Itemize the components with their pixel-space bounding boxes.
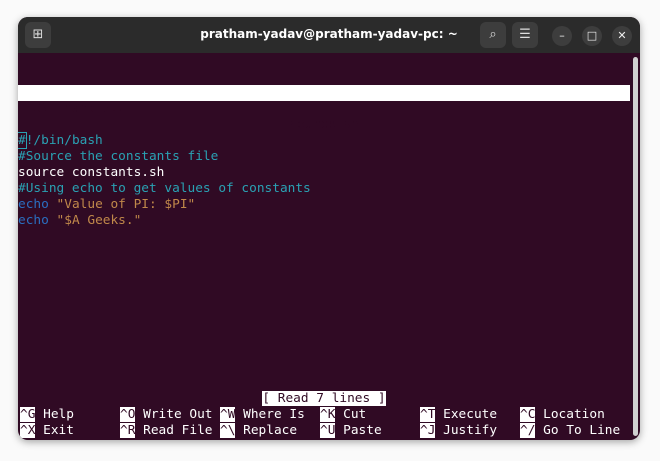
nano-editor[interactable]: GNU nano 7.2 source.sh #!/bin/bash#Sourc… (18, 53, 630, 440)
shortcut-key: ^C (520, 407, 536, 422)
code-line[interactable]: echo "Value of PI: $PI" (18, 197, 630, 213)
shortcut-label: Justify (443, 423, 498, 438)
shortcut-key: ^U (320, 423, 336, 438)
shortcut-label: Go To Line (543, 423, 621, 438)
code-token: "$A Geeks." (56, 213, 142, 228)
shortcut-key: ^J (420, 423, 436, 438)
shortcut-key: ^X (20, 423, 36, 438)
code-line[interactable]: #Source the constants file (18, 149, 630, 165)
shortcut-item[interactable]: ^\ Replace (220, 423, 297, 439)
shortcut-row: ^G Help ^O Write Out ^W Where Is ^K Cut ^T E… (18, 407, 630, 423)
shortcut-item[interactable]: ^J Justify (420, 423, 497, 439)
shortcut-item[interactable]: ^G Help (20, 407, 74, 423)
shortcut-label: Write Out (143, 407, 213, 422)
shortcut-label: Read File (143, 423, 213, 438)
window-title: pratham-yadav@pratham-yadav-pc: ~ (200, 27, 458, 41)
shortcut-key: ^/ (520, 423, 536, 438)
shortcut-label: Paste (343, 423, 382, 438)
shortcut-label: Help (43, 407, 74, 422)
code-line[interactable]: source constants.sh (18, 165, 630, 181)
shortcut-key: ^R (120, 423, 136, 438)
shortcut-key: ^G (20, 407, 36, 422)
nano-header: GNU nano 7.2 source.sh (18, 85, 630, 132)
code-line[interactable]: #!/bin/bash (18, 132, 630, 149)
shortcut-label: Exit (43, 423, 74, 438)
maximize-icon[interactable]: □ (582, 26, 602, 46)
shortcut-item[interactable]: ^C Location (520, 407, 605, 423)
shortcut-item[interactable]: ^K Cut (320, 407, 366, 423)
shortcut-item[interactable]: ^/ Go To Line (520, 423, 620, 439)
code-line[interactable]: #Using echo to get values of constants (18, 181, 630, 197)
minimize-icon[interactable]: – (552, 26, 572, 46)
code-token: !/bin/bash (25, 133, 103, 148)
code-token: echo (18, 197, 49, 212)
shortcut-key: ^O (120, 407, 136, 422)
close-icon[interactable]: ✕ (612, 26, 632, 46)
code-token: echo (18, 213, 49, 228)
code-token: "Value of PI: $PI" (56, 197, 196, 212)
shortcut-label: Replace (243, 423, 298, 438)
shortcut-label: Cut (343, 407, 367, 422)
shortcut-key: ^K (320, 407, 336, 422)
status-bar: [ Read 7 lines ] (18, 391, 630, 407)
shortcut-key: ^T (420, 407, 436, 422)
terminal-window: ⊞ pratham-yadav@pratham-yadav-pc: ~ ⌕ ☰ … (18, 17, 640, 440)
code-token: source constants.sh (18, 165, 165, 180)
shortcut-item[interactable]: ^U Paste (320, 423, 382, 439)
shortcut-label: Where Is (243, 407, 305, 422)
title-bar: ⊞ pratham-yadav@pratham-yadav-pc: ~ ⌕ ☰ … (18, 17, 640, 53)
shortcut-item[interactable]: ^T Execute (420, 407, 497, 423)
shortcut-row: ^X Exit ^R Read File ^\ Replace ^U Paste ^J … (18, 423, 630, 439)
shortcut-label: Execute (443, 407, 498, 422)
file-name: source.sh (289, 117, 359, 132)
scrollbar[interactable] (633, 57, 638, 436)
code-token: #Source the constants file (18, 149, 219, 164)
shortcut-item[interactable]: ^O Write Out (120, 407, 212, 423)
search-icon[interactable]: ⌕ (480, 22, 506, 48)
shortcut-key: ^W (220, 407, 236, 422)
shortcut-item[interactable]: ^R Read File (120, 423, 212, 439)
shortcut-key: ^\ (220, 423, 236, 438)
shortcut-item[interactable]: ^X Exit (20, 423, 74, 439)
nano-version: GNU nano 7.2 (33, 101, 126, 116)
shortcut-item[interactable]: ^W Where Is (220, 407, 305, 423)
menu-icon[interactable]: ☰ (512, 22, 538, 48)
code-line[interactable]: echo "$A Geeks." (18, 213, 630, 229)
shortcut-label: Location (543, 407, 605, 422)
code-area[interactable]: #!/bin/bash#Source the constants filesou… (18, 132, 630, 229)
code-token: #Using echo to get values of constants (18, 181, 311, 196)
status-message: [ Read 7 lines ] (262, 391, 386, 406)
